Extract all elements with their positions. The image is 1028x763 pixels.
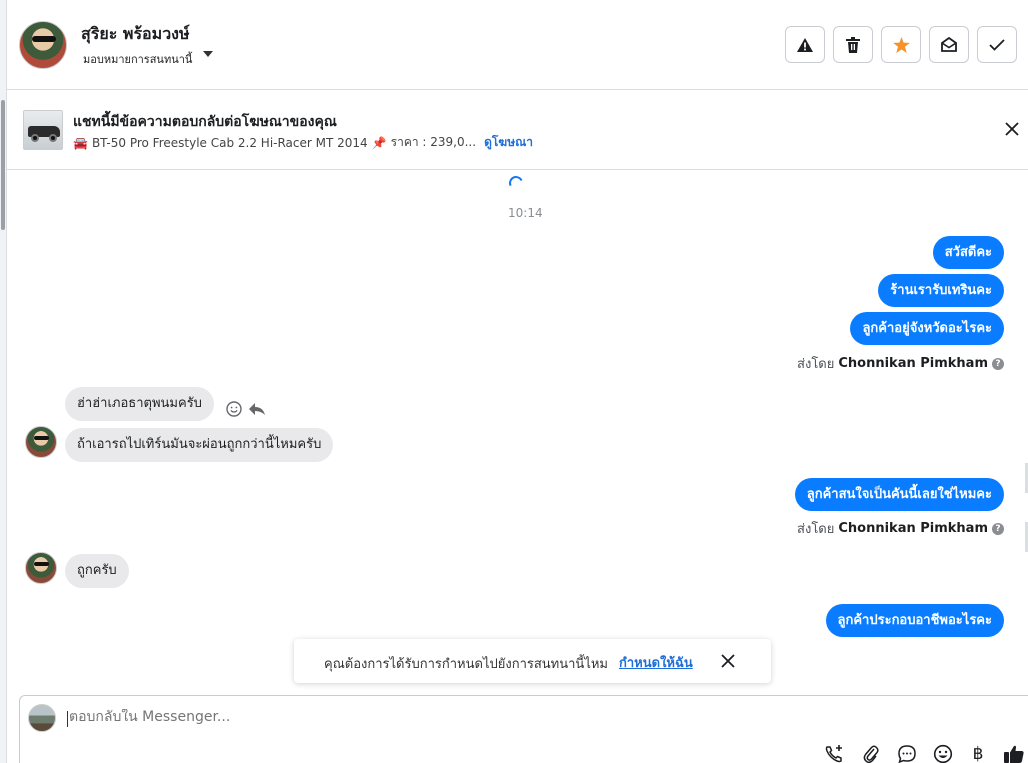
ad-model: BT-50 Pro Freestyle Cab 2.2 Hi-Racer MT …: [91, 135, 368, 150]
ad-banner-title: แชทนี้มีข้อความตอบกลับต่อโฆษณาของคุณ: [73, 114, 337, 130]
message-composer: ฿: [19, 695, 1028, 763]
check-icon: [989, 38, 1005, 51]
loading-spinner-icon: [507, 174, 525, 192]
ad-reply-banner: แชทนี้มีข้อความตอบกลับต่อโฆษณาของคุณ 🚘 B…: [7, 91, 1028, 170]
conversation-header: สุริยะ พร้อมวงษ์ มอบหมายการสนทนานี้: [7, 0, 1028, 90]
sent-by-prefix: ส่งโดย: [797, 522, 835, 537]
caret-down-icon[interactable]: [203, 51, 213, 57]
contact-avatar-small[interactable]: [25, 552, 57, 584]
reply-arrow-icon[interactable]: [248, 400, 266, 418]
delete-button[interactable]: [833, 26, 873, 63]
sent-by-name: Chonnikan Pimkham: [838, 521, 988, 536]
outgoing-message[interactable]: ลูกค้าอยู่จังหวัดอะไรคะ: [850, 312, 1004, 345]
assign-notice-text: คุณต้องการได้รับการกำหนดไปยังการสนทนานี้…: [324, 657, 608, 672]
assign-conversation-label[interactable]: มอบหมายการสนทนานี้: [83, 50, 192, 68]
sent-by-name: Chonnikan Pimkham: [838, 356, 988, 371]
contact-avatar-small[interactable]: [25, 426, 57, 458]
text-cursor: [67, 711, 68, 727]
outgoing-message[interactable]: ลูกค้าประกอบอาชีพอะไรคะ: [825, 604, 1004, 637]
close-icon[interactable]: [1004, 121, 1020, 137]
left-scroll-rail: [0, 0, 7, 763]
help-icon[interactable]: ?: [992, 357, 1004, 370]
sent-by-prefix: ส่งโดย: [797, 357, 835, 372]
incoming-message[interactable]: ถ้าเอารถไปเทิร์นมันจะผ่อนถูกกว่านี้ไหมคร…: [65, 428, 334, 462]
mark-done-button[interactable]: [977, 26, 1017, 63]
incoming-message[interactable]: ฮ่าฮ่าเภอธาตุพนมครับ: [65, 387, 214, 421]
pin-emoji-icon: 📌: [371, 135, 387, 150]
thumbs-up-icon[interactable]: [1003, 744, 1025, 763]
outgoing-message[interactable]: ลูกค้าสนใจเป็นคันนี้เลยใช่ไหมคะ: [794, 478, 1004, 511]
car-emoji-icon: 🚘: [73, 135, 88, 150]
react-emoji-icon[interactable]: [225, 400, 243, 418]
mark-spam-button[interactable]: [785, 26, 825, 63]
chat-bubble-icon[interactable]: [896, 744, 918, 763]
left-scrollbar-thumb[interactable]: [1, 100, 5, 230]
outgoing-message[interactable]: ร้านเรารับเทรินคะ: [878, 274, 1004, 307]
close-icon[interactable]: [720, 653, 736, 669]
baht-icon[interactable]: ฿: [967, 744, 989, 763]
message-timestamp: 10:14: [508, 206, 543, 220]
view-ad-link[interactable]: ดูโฆษณา: [484, 133, 533, 152]
emoji-icon[interactable]: [932, 744, 954, 763]
sent-by-label: ส่งโดย Chonnikan Pimkham ?: [797, 518, 1004, 539]
star-button[interactable]: [881, 26, 921, 63]
envelope-open-icon: [941, 37, 957, 52]
ad-details: 🚘 BT-50 Pro Freestyle Cab 2.2 Hi-Racer M…: [73, 133, 533, 152]
ad-price: ราคา : 239,0...: [390, 135, 477, 149]
alert-icon: [797, 37, 813, 52]
mark-unread-button[interactable]: [929, 26, 969, 63]
paperclip-icon[interactable]: [860, 744, 882, 763]
contact-avatar[interactable]: [19, 21, 67, 69]
reply-input[interactable]: [69, 709, 569, 725]
trash-icon: [846, 36, 860, 53]
incoming-message[interactable]: ถูกครับ: [65, 554, 129, 588]
assign-notice: คุณต้องการได้รับการกำหนดไปยังการสนทนานี้…: [294, 639, 771, 683]
outgoing-message[interactable]: สวัสดีคะ: [932, 236, 1004, 269]
contact-name[interactable]: สุริยะ พร้อมวงษ์: [81, 22, 190, 47]
star-icon: [892, 36, 910, 53]
ad-thumbnail[interactable]: [23, 110, 63, 150]
page-avatar: [28, 704, 56, 732]
help-icon[interactable]: ?: [992, 522, 1004, 535]
assign-to-me-link[interactable]: กำหนดให้ฉัน: [619, 652, 693, 673]
sent-by-label: ส่งโดย Chonnikan Pimkham ?: [797, 353, 1004, 374]
phone-plus-icon[interactable]: [823, 744, 845, 763]
inbox-conversation-view: สุริยะ พร้อมวงษ์ มอบหมายการสนทนานี้ แชทน…: [0, 0, 1028, 763]
